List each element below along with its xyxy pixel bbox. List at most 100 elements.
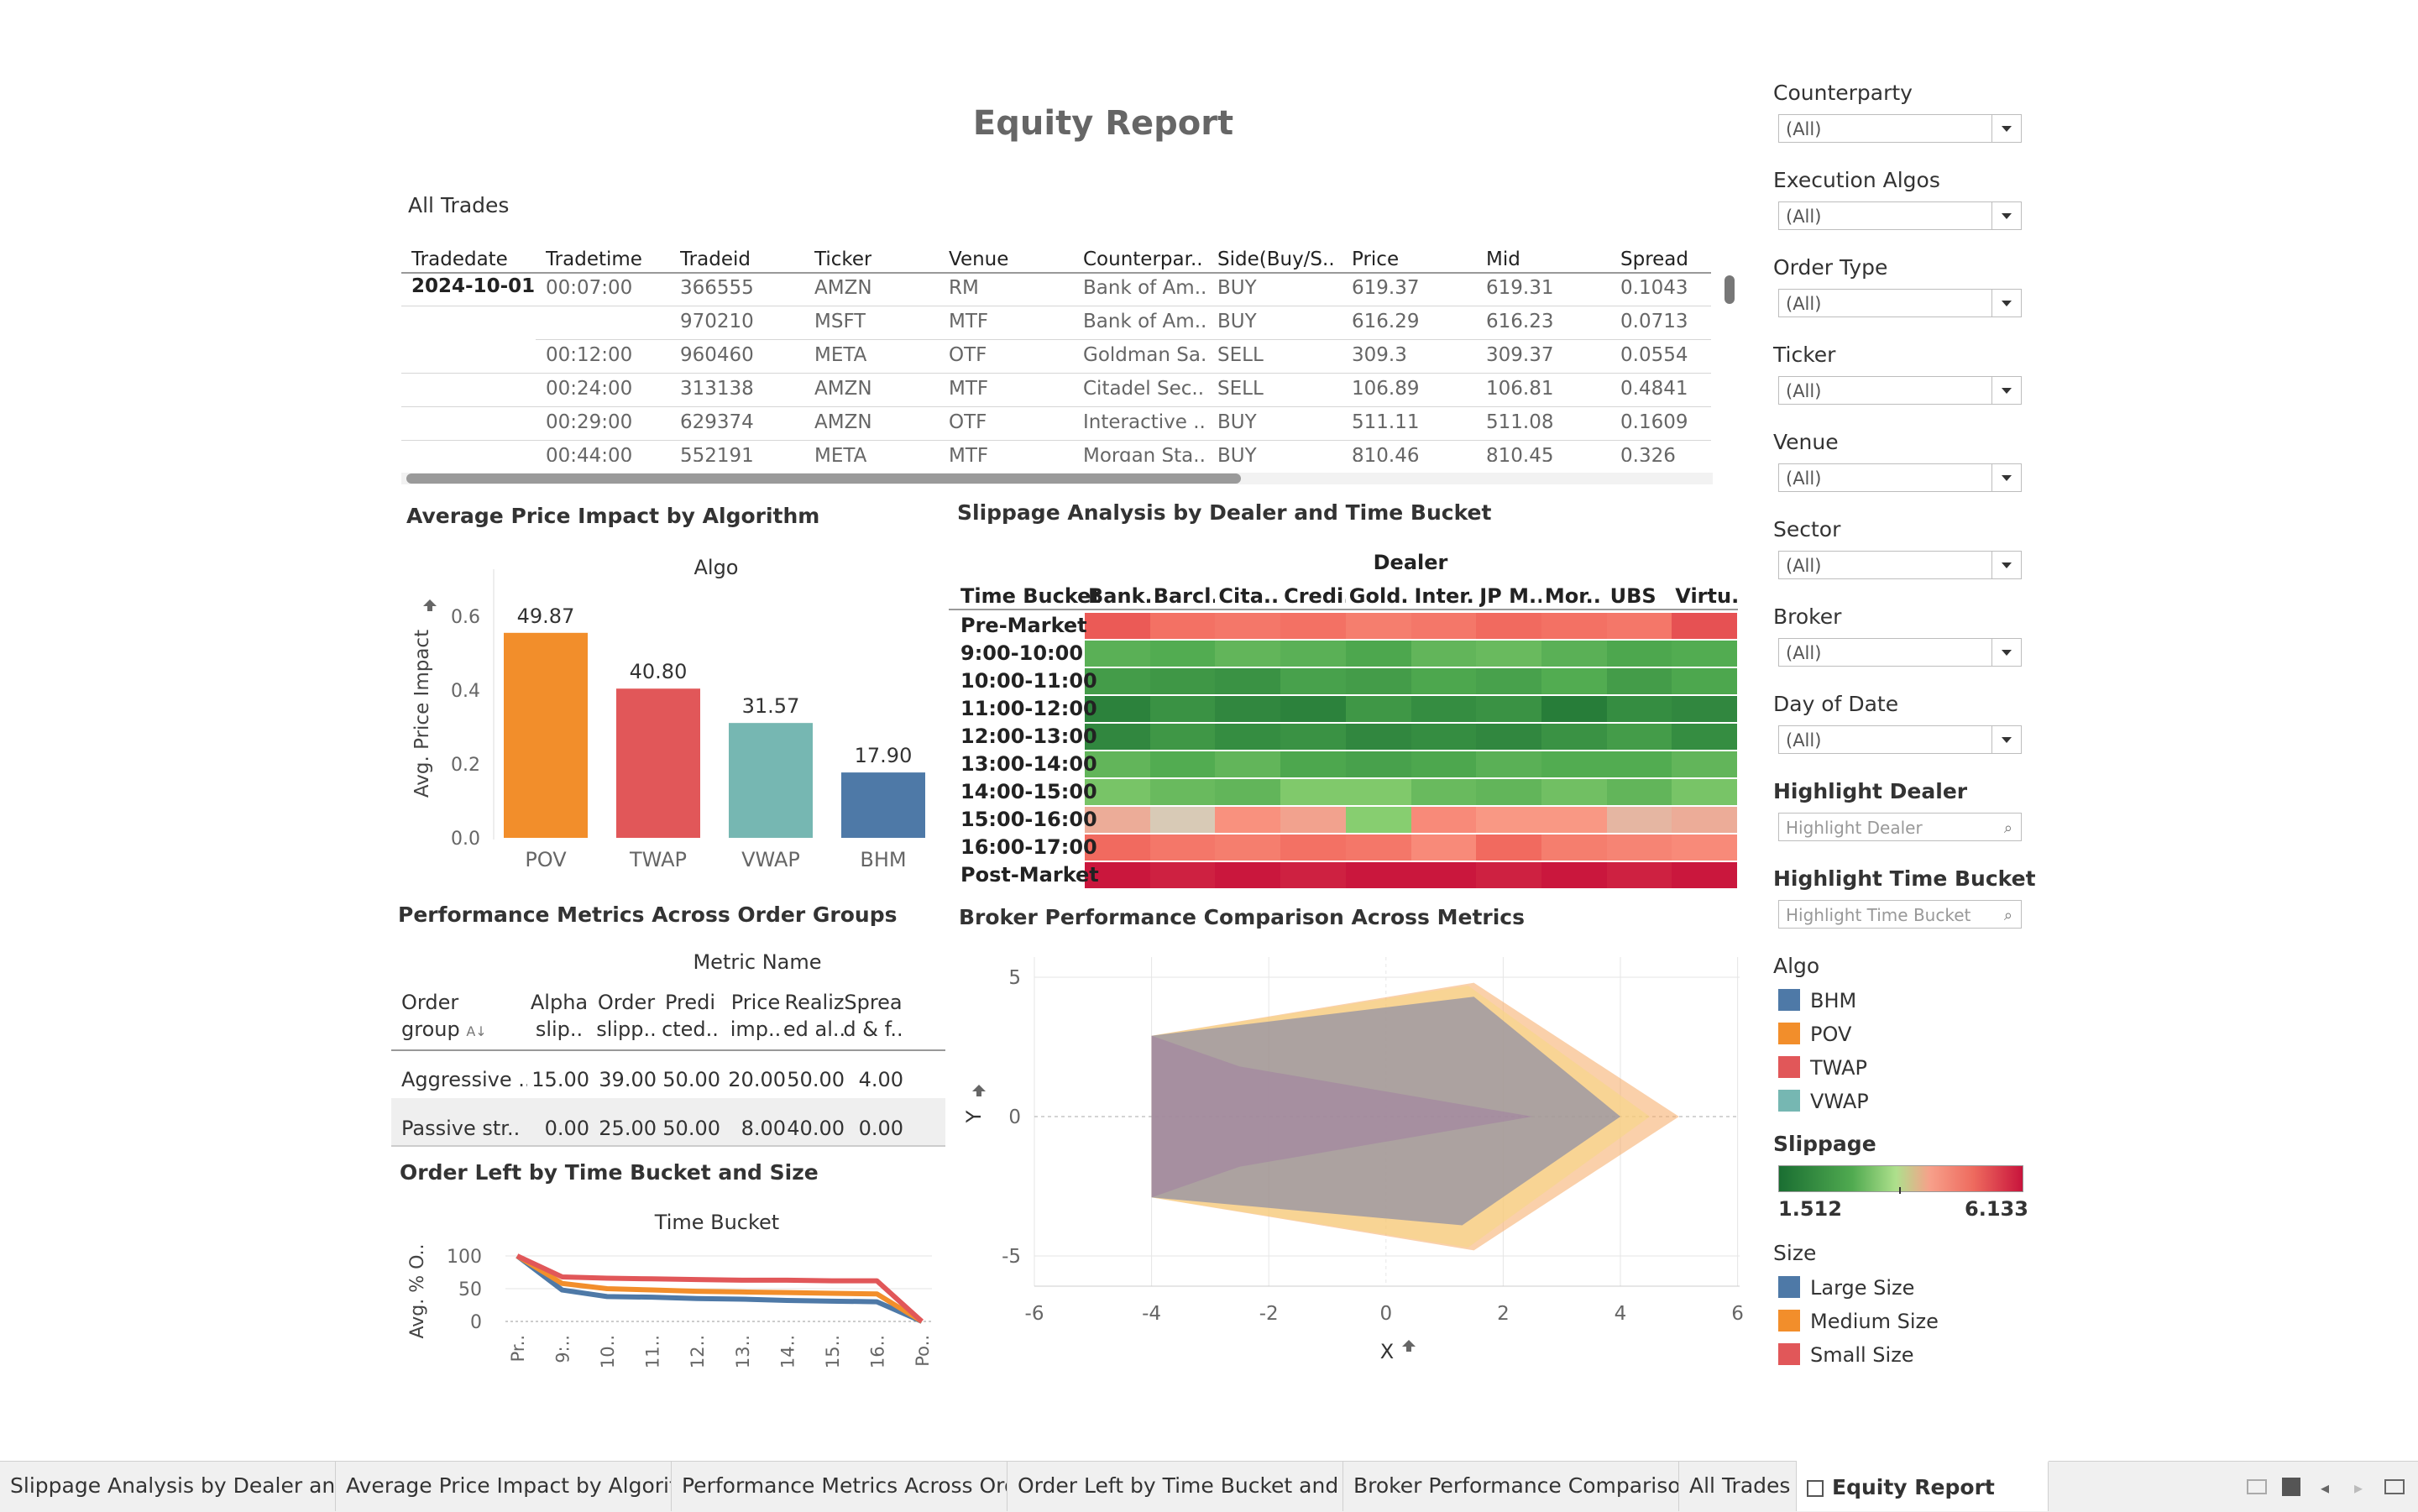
- heatmap-cell[interactable]: [1606, 779, 1672, 805]
- heatmap-cell[interactable]: [1541, 668, 1608, 694]
- heatmap-dealer-col[interactable]: Gold..: [1349, 584, 1411, 608]
- heatmap-cell[interactable]: [1476, 724, 1542, 750]
- prev-sheet-icon[interactable]: ◂: [2321, 1478, 2329, 1498]
- heatmap-dealer-col[interactable]: Inter..: [1415, 584, 1477, 608]
- heatmap-cell[interactable]: [1410, 696, 1477, 722]
- sheet-tab[interactable]: Broker Performance Compariso...: [1343, 1461, 1679, 1511]
- col-price[interactable]: Price: [1352, 249, 1399, 270]
- heatmap-cell[interactable]: [1215, 751, 1281, 777]
- heatmap-cell[interactable]: [1476, 641, 1542, 667]
- heatmap-cell[interactable]: [1280, 751, 1347, 777]
- heatmap-cell[interactable]: [1606, 613, 1672, 639]
- filmstrip-icon[interactable]: [2282, 1478, 2300, 1496]
- heatmap-cell[interactable]: [1476, 613, 1542, 639]
- filter-dropdown[interactable]: (All): [1778, 551, 2022, 579]
- heatmap-cell[interactable]: [1672, 668, 1738, 694]
- heatmap-cell[interactable]: [1606, 668, 1672, 694]
- heatmap-cell[interactable]: [1149, 779, 1216, 805]
- heatmap-cell[interactable]: [1476, 862, 1542, 888]
- col-side[interactable]: Side(Buy/S..: [1217, 249, 1343, 270]
- heatmap-cell[interactable]: [1476, 696, 1542, 722]
- pin-icon[interactable]: [423, 599, 437, 611]
- trades-hscroll-thumb[interactable]: [406, 473, 1241, 484]
- trades-table[interactable]: Tradedate Tradetime Tradeid Ticker Venue…: [401, 235, 1711, 462]
- heatmap-cell[interactable]: [1476, 751, 1542, 777]
- col-spread[interactable]: Spread: [1620, 249, 1688, 270]
- heatmap-cell[interactable]: [1672, 641, 1738, 667]
- bar-pov[interactable]: [504, 632, 588, 838]
- heatmap-cell[interactable]: [1541, 613, 1608, 639]
- heatmap-cell[interactable]: [1345, 862, 1411, 888]
- heatmap-cell[interactable]: [1280, 779, 1347, 805]
- heatmap-cell[interactable]: [1410, 834, 1477, 861]
- pin-icon[interactable]: [972, 1085, 986, 1096]
- heatmap-cell[interactable]: [1410, 641, 1477, 667]
- legend-swatch[interactable]: [1778, 1056, 1800, 1078]
- heatmap-cell[interactable]: [1345, 751, 1411, 777]
- heatmap-dealer-col[interactable]: Bank..: [1088, 584, 1150, 608]
- algo-legend-item[interactable]: TWAP: [1810, 1056, 1867, 1080]
- heatmap-cell[interactable]: [1280, 613, 1347, 639]
- heatmap-cell[interactable]: [1149, 834, 1216, 861]
- heatmap-cell[interactable]: [1606, 862, 1672, 888]
- heatmap-cell[interactable]: [1606, 807, 1672, 833]
- heatmap-cell[interactable]: [1345, 613, 1411, 639]
- chevron-down-icon[interactable]: [1991, 726, 2021, 753]
- heatmap-cell[interactable]: [1280, 834, 1347, 861]
- heatmap-cell[interactable]: [1672, 724, 1738, 750]
- chevron-down-icon[interactable]: [1991, 377, 2021, 404]
- table-row[interactable]: 00:44:00 552191 META MTF Morgan Sta.. BUY 810.…: [401, 440, 1711, 462]
- heatmap-dealer-col[interactable]: Cita..: [1218, 584, 1280, 608]
- heatmap-cell[interactable]: [1280, 696, 1347, 722]
- heatmap-cell[interactable]: [1149, 724, 1216, 750]
- heatmap-cell[interactable]: [1410, 668, 1477, 694]
- highlight-search-input[interactable]: Highlight Time Bucket ⌕: [1778, 900, 2022, 929]
- chevron-down-icon[interactable]: [1991, 290, 2021, 317]
- heatmap-cell[interactable]: [1345, 668, 1411, 694]
- table-row[interactable]: 970210 MSFT MTF Bank of Am.. BUY 616.29 616.23…: [536, 306, 1711, 340]
- heatmap-dealer-col[interactable]: Credi..: [1284, 584, 1346, 608]
- heatmap-cell[interactable]: [1280, 807, 1347, 833]
- perf-col-header[interactable]: Realiz ed al..: [781, 989, 848, 1043]
- perf-col-order-group[interactable]: Order group A↓: [401, 989, 502, 1045]
- heatmap-cell[interactable]: [1410, 751, 1477, 777]
- perf-col-header[interactable]: Sprea d & f..: [840, 989, 907, 1043]
- heatmap-cell[interactable]: [1541, 751, 1608, 777]
- col-mid[interactable]: Mid: [1486, 249, 1520, 270]
- legend-swatch[interactable]: [1778, 989, 1800, 1011]
- sheet-tab[interactable]: Performance Metrics Across Ord...: [672, 1461, 1008, 1511]
- heatmap-cell[interactable]: [1672, 613, 1738, 639]
- table-row[interactable]: 00:12:00 960460 META OTF Goldman Sa.. SELL 309…: [401, 339, 1711, 374]
- heatmap-cell[interactable]: [1215, 807, 1281, 833]
- heatmap-cell[interactable]: [1280, 641, 1347, 667]
- heatmap-dealer-col[interactable]: Barcl..: [1154, 584, 1216, 608]
- chevron-down-icon[interactable]: [1991, 552, 2021, 578]
- heatmap-cell[interactable]: [1541, 807, 1608, 833]
- heatmap-cell[interactable]: [1672, 779, 1738, 805]
- perf-col-header[interactable]: Predi cted..: [657, 989, 724, 1043]
- size-legend-item[interactable]: Medium Size: [1810, 1310, 1939, 1333]
- perf-col-header[interactable]: Alpha slip..: [526, 989, 593, 1043]
- heatmap-cell[interactable]: [1215, 834, 1281, 861]
- heatmap-cell[interactable]: [1345, 834, 1411, 861]
- heatmap-cell[interactable]: [1541, 724, 1608, 750]
- chevron-down-icon[interactable]: [1991, 464, 2021, 491]
- heatmap-cell[interactable]: [1345, 724, 1411, 750]
- heatmap-cell[interactable]: [1410, 724, 1477, 750]
- filter-dropdown[interactable]: (All): [1778, 114, 2022, 143]
- filter-dropdown[interactable]: (All): [1778, 289, 2022, 317]
- heatmap-dealer-col[interactable]: JP M..: [1479, 584, 1541, 608]
- heatmap-cell[interactable]: [1476, 834, 1542, 861]
- sheet-tab[interactable]: Equity Report: [1797, 1461, 2049, 1511]
- table-row[interactable]: 00:24:00 313138 AMZN MTF Citadel Sec.. SELL 10…: [401, 373, 1711, 407]
- heatmap-cell[interactable]: [1280, 668, 1347, 694]
- heatmap-cell[interactable]: [1476, 779, 1542, 805]
- trades-vscroll-thumb[interactable]: [1725, 275, 1735, 304]
- filter-dropdown[interactable]: (All): [1778, 201, 2022, 230]
- size-legend-item[interactable]: Large Size: [1810, 1276, 1914, 1300]
- heatmap-cell[interactable]: [1476, 668, 1542, 694]
- heatmap-cell[interactable]: [1410, 613, 1477, 639]
- grid-view-icon[interactable]: [2247, 1479, 2267, 1494]
- col-venue[interactable]: Venue: [949, 249, 1008, 270]
- sheet-tab[interactable]: Order Left by Time Bucket and S...: [1008, 1461, 1343, 1511]
